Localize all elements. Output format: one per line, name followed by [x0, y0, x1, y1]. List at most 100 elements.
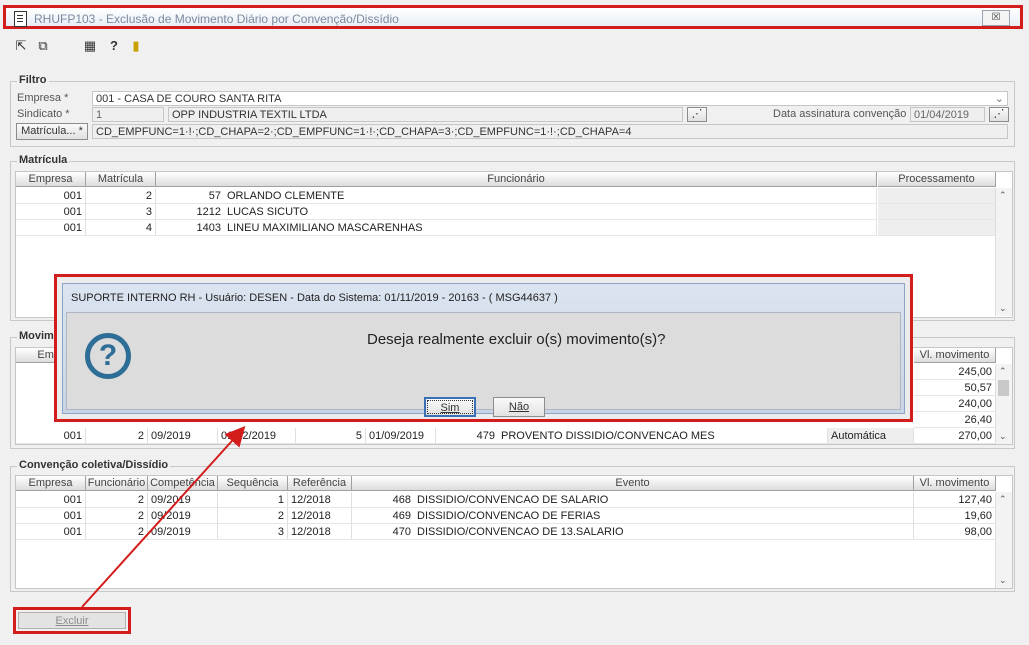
col-header-competencia[interactable]: Competência — [148, 476, 218, 491]
cell-codigo: 470 — [352, 524, 414, 540]
excluir-highlight: Excluir — [13, 607, 131, 634]
cell-nome: LINEU MAXIMILIANO MASCARENHAS — [224, 220, 877, 236]
cell-empresa: 001 — [16, 220, 86, 236]
cell-sequencia: 3 — [218, 524, 288, 540]
col-header-empresa[interactable]: Empresa — [16, 476, 86, 491]
cell-empresa: 001 — [16, 204, 86, 220]
cell-valor: 19,60 — [914, 508, 996, 524]
cell-codigo: 57 — [156, 188, 224, 204]
cell-funcionario: 2 — [86, 492, 148, 508]
dialog-message: Deseja realmente excluir o(s) movimento(… — [367, 331, 666, 348]
cell-processamento — [878, 188, 996, 204]
cell-sequencia: 1 — [218, 492, 288, 508]
movimento-scrollbar[interactable]: ⌃ ⌄ — [995, 364, 1012, 444]
cell-processamento — [878, 220, 996, 236]
cell-referencia: 12/2018 — [288, 524, 352, 540]
convencao-legend: Convenção coletiva/Dissídio — [17, 459, 171, 471]
cell-evento: PROVENTO DISSIDIO/CONVENCAO MES — [498, 428, 828, 444]
dialog-frame: SUPORTE INTERNO RH - Usuário: DESEN - Da… — [62, 283, 905, 417]
empresa-value: 001 - CASA DE COURO SANTA RITA — [96, 93, 282, 105]
sindicato-name-field: OPP INDUSTRIA TEXTIL LTDA — [168, 107, 683, 122]
doc-icon — [14, 11, 27, 27]
dialog-body: ? Deseja realmente excluir o(s) moviment… — [66, 312, 901, 417]
cell-valor: 98,00 — [914, 524, 996, 540]
confirm-dialog: SUPORTE INTERNO RH - Usuário: DESEN - Da… — [54, 274, 913, 422]
chevron-down-icon: ⌄ — [994, 93, 1004, 105]
cell-sequencia: 2 — [218, 508, 288, 524]
cell-tipo: Automática — [828, 428, 914, 444]
help-icon[interactable]: ? — [106, 38, 122, 54]
cell-valor: 50,57 — [914, 380, 996, 396]
cell-nome: LUCAS SICUTO — [224, 204, 877, 220]
scroll-down-icon[interactable]: ⌄ — [999, 431, 1007, 442]
yes-button[interactable]: Sim — [424, 397, 476, 417]
scroll-up-icon[interactable]: ⌃ — [999, 494, 1007, 505]
cell-codigo: 468 — [352, 492, 414, 508]
col-header-sequencia[interactable]: Sequência — [218, 476, 288, 491]
cell-competencia: 09/2019 — [148, 428, 218, 444]
scroll-down-icon[interactable]: ⌄ — [999, 303, 1007, 314]
cell-empresa: 001 — [16, 524, 86, 540]
col-header-funcionario[interactable]: Funcionário — [86, 476, 148, 491]
col-header-funcionario[interactable]: Funcionário — [156, 172, 877, 187]
cell-data: 01/12/2019 — [218, 428, 296, 444]
cell-referencia: 12/2018 — [288, 508, 352, 524]
cell-valor: 245,00 — [914, 364, 996, 380]
data-assinatura-field[interactable]: 01/04/2019 — [910, 107, 985, 122]
matricula-filter-field[interactable]: CD_EMPFUNC=1·!·;CD_CHAPA=2·;CD_EMPFUNC=1… — [92, 124, 1008, 139]
data-assinatura-label: Data assinatura convenção — [773, 108, 907, 120]
window-title-bar: RHUFP103 - Exclusão de Movimento Diário … — [3, 5, 1023, 29]
cell-competencia: 09/2019 — [148, 524, 218, 540]
col-header-evento[interactable]: Evento — [352, 476, 914, 491]
cell-processamento — [878, 204, 996, 220]
scroll-up-icon[interactable]: ⌃ — [999, 190, 1007, 201]
cell-referencia: 01/09/2019 — [366, 428, 436, 444]
matricula-legend: Matrícula — [17, 154, 70, 166]
cell-codigo: 1212 — [156, 204, 224, 220]
cell-empresa: 001 — [16, 428, 86, 444]
cell-funcionario: 2 — [86, 508, 148, 524]
date-picker-button[interactable]: ⋰ — [989, 107, 1009, 122]
close-button[interactable]: ☒ — [982, 10, 1010, 26]
matricula-button[interactable]: Matrícula... * — [16, 123, 88, 140]
cell-empresa: 001 — [16, 492, 86, 508]
cell-funcionario: 2 — [86, 428, 148, 444]
cell-referencia: 12/2018 — [288, 492, 352, 508]
excluir-button[interactable]: Excluir — [18, 612, 126, 629]
col-header-processamento[interactable]: Processamento — [878, 172, 996, 187]
cell-empresa: 001 — [16, 188, 86, 204]
scroll-thumb[interactable] — [998, 380, 1009, 396]
cell-competencia: 09/2019 — [148, 492, 218, 508]
copy-icon[interactable]: ⧉ — [35, 38, 51, 54]
col-header-valor[interactable]: Vl. movimento — [914, 476, 996, 491]
cell-matricula: 4 — [86, 220, 156, 236]
cell-codigo: 1403 — [156, 220, 224, 236]
cell-matricula: 3 — [86, 204, 156, 220]
convencao-scrollbar[interactable]: ⌃ ⌄ — [995, 492, 1012, 588]
col-header-empresa[interactable]: Empresa — [16, 172, 86, 187]
sindicato-lookup-button[interactable]: ⋰ — [687, 107, 707, 122]
empresa-label: Empresa * — [17, 92, 69, 104]
cell-evento: DISSIDIO/CONVENCAO DE SALARIO — [414, 492, 914, 508]
cell-valor: 270,00 — [914, 428, 996, 444]
col-header-matricula[interactable]: Matrícula — [86, 172, 156, 187]
first-record-icon[interactable]: ⇱ — [13, 38, 29, 54]
cell-evento: DISSIDIO/CONVENCAO DE 13.SALARIO — [414, 524, 914, 540]
calendar-icon[interactable]: ▦ — [82, 38, 98, 54]
sindicato-label: Sindicato * — [17, 108, 70, 120]
scroll-down-icon[interactable]: ⌄ — [999, 575, 1007, 586]
empresa-select[interactable]: 001 - CASA DE COURO SANTA RITA ⌄ — [92, 91, 1008, 106]
scroll-up-icon[interactable]: ⌃ — [999, 366, 1007, 377]
cell-codigo: 469 — [352, 508, 414, 524]
cell-competencia: 09/2019 — [148, 508, 218, 524]
matricula-scrollbar[interactable]: ⌃ ⌄ — [995, 188, 1012, 316]
col-header-referencia[interactable]: Referência — [288, 476, 352, 491]
cell-evento: DISSIDIO/CONVENCAO DE FERIAS — [414, 508, 914, 524]
window-title: RHUFP103 - Exclusão de Movimento Diário … — [34, 12, 399, 26]
question-icon: ? — [85, 333, 131, 379]
col-header-valor[interactable]: Vl. movimento — [914, 348, 996, 363]
exit-icon[interactable]: ▮ — [128, 38, 144, 54]
sindicato-code-field[interactable]: 1 — [92, 107, 164, 122]
no-button[interactable]: Não — [493, 397, 545, 417]
cell-funcionario: 2 — [86, 524, 148, 540]
